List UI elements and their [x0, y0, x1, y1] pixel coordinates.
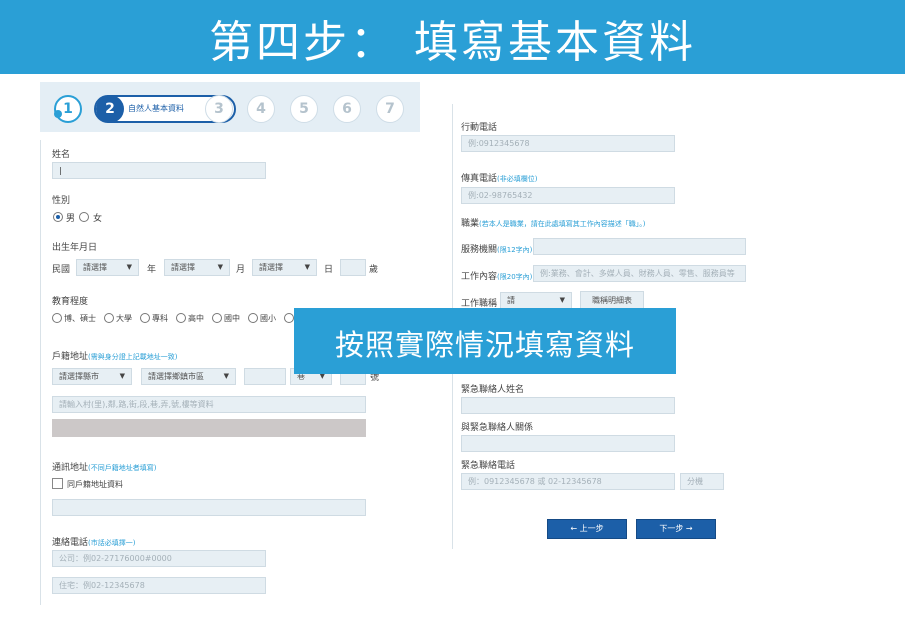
office-phone-input[interactable]: 公司：例02-27176000#0000 — [52, 550, 266, 567]
mailing-address-label: 通訊地址(不同戶籍地址者填寫) — [52, 463, 157, 473]
chevron-down-icon: ▼ — [223, 372, 229, 380]
prev-step-button[interactable]: ← 上一步 — [547, 519, 627, 539]
emergency-relation-label: 與緊急聯絡人關係 — [461, 423, 534, 433]
same-address-checkbox[interactable] — [52, 478, 63, 489]
address-detail-input[interactable]: 請輸入村(里),鄰,路,街,段,巷,弄,號,樓等資料 — [52, 396, 366, 413]
job-label: 職業(若本人是職業，請在此處填寫其工作內容描述「職」。) — [461, 219, 646, 229]
work-content-label: 工作內容(限20字內) — [461, 272, 533, 282]
extension-input[interactable]: 分機 — [680, 473, 724, 490]
same-address-label: 同戶籍地址資料 — [67, 480, 123, 489]
education-label: 教育程度 — [52, 297, 89, 307]
next-step-button[interactable]: 下一步 → — [636, 519, 716, 539]
edu-option-1: 大學 — [116, 314, 132, 323]
employer-label: 服務機關(限12字內) — [461, 245, 533, 255]
phone-label: 連絡電話(市話必填擇一) — [52, 538, 136, 548]
fax-label: 傳真電話(非必填欄位) — [461, 174, 538, 184]
gender-female-label: 女 — [93, 214, 103, 224]
gender-male-radio[interactable] — [53, 212, 63, 222]
edu-option-3: 高中 — [188, 314, 204, 323]
chevron-down-icon: ▼ — [304, 263, 310, 271]
district-select[interactable]: 請選擇鄉鎮市區 ▼ — [141, 368, 236, 385]
step-5[interactable]: 5 — [290, 95, 318, 123]
city-select[interactable]: 請選擇縣市 ▼ — [52, 368, 132, 385]
step-7[interactable]: 7 — [376, 95, 404, 123]
month-unit: 月 — [236, 265, 246, 275]
edu-option-5: 國小 — [260, 314, 276, 323]
title-banner: 第四步： 填寫基本資料 — [0, 0, 905, 74]
name-label: 姓名 — [52, 150, 71, 160]
chevron-down-icon: ▼ — [119, 372, 125, 380]
chevron-down-icon: ▼ — [217, 263, 223, 271]
age-input[interactable] — [340, 259, 366, 276]
edu-radio-6[interactable] — [284, 313, 294, 323]
edu-option-0: 博、碩士 — [64, 314, 96, 323]
birth-month-select[interactable]: 請選擇 ▼ — [164, 259, 230, 276]
edu-option-4: 國中 — [224, 314, 240, 323]
employer-input[interactable] — [533, 238, 746, 255]
edu-option-2: 專科 — [152, 314, 168, 323]
left-divider — [40, 140, 41, 605]
birth-year-select[interactable]: 請選擇 ▼ — [76, 259, 139, 276]
step-4[interactable]: 4 — [247, 95, 275, 123]
step-progress-bar: 1 2 自然人基本資料 3 4 5 6 7 — [40, 82, 420, 132]
edu-radio-3[interactable] — [176, 313, 186, 323]
instruction-callout: 按照實際情況填寫資料 — [294, 308, 676, 374]
check-icon — [54, 110, 62, 118]
step-3[interactable]: 3 — [205, 95, 233, 123]
fax-input[interactable]: 例:02-98765432 — [461, 187, 675, 204]
road-input[interactable] — [244, 368, 286, 385]
mailing-address-input[interactable] — [52, 499, 366, 516]
emergency-name-label: 緊急聯絡人姓名 — [461, 385, 525, 395]
gender-male-label: 男 — [66, 214, 76, 224]
age-unit: 歲 — [369, 265, 379, 275]
edu-radio-2[interactable] — [140, 313, 150, 323]
work-content-input[interactable]: 例:業務、會計、多媒人員、財務人員、零售、服務員等 — [533, 265, 746, 282]
name-input[interactable]: | — [52, 162, 266, 179]
step-6[interactable]: 6 — [333, 95, 361, 123]
step-2-label: 自然人基本資料 — [128, 104, 184, 113]
year-unit: 年 — [147, 265, 157, 275]
step-1[interactable]: 1 — [54, 95, 82, 123]
birth-label: 出生年月日 — [52, 243, 98, 253]
mobile-label: 行動電話 — [461, 123, 498, 133]
chevron-down-icon: ▼ — [126, 263, 132, 271]
edu-radio-5[interactable] — [248, 313, 258, 323]
birth-day-select[interactable]: 請選擇 ▼ — [252, 259, 317, 276]
day-unit: 日 — [324, 265, 334, 275]
home-phone-input[interactable]: 住宅：例02-12345678 — [52, 577, 266, 594]
emergency-phone-input[interactable]: 例：0912345678 或 02-12345678 — [461, 473, 675, 490]
edu-radio-4[interactable] — [212, 313, 222, 323]
edu-radio-1[interactable] — [104, 313, 114, 323]
era-label: 民國 — [52, 265, 71, 275]
registered-address-label: 戶籍地址(需與身分證上記載地址一致) — [52, 352, 178, 362]
edu-radio-0[interactable] — [52, 313, 62, 323]
gender-label: 性別 — [52, 196, 71, 206]
step-2-number: 2 — [96, 95, 124, 123]
mobile-input[interactable]: 例:0912345678 — [461, 135, 675, 152]
banner-title: 第四步： 填寫基本資料 — [209, 17, 696, 68]
gender-female-radio[interactable] — [79, 212, 89, 222]
instruction-text: 按照實際情況填寫資料 — [334, 328, 635, 362]
emergency-name-input[interactable] — [461, 397, 675, 414]
emergency-phone-label: 緊急聯絡電話 — [461, 461, 516, 471]
job-title-select[interactable]: 請 ▼ — [500, 292, 572, 309]
address-preview-bar — [52, 419, 366, 437]
chevron-down-icon: ▼ — [559, 296, 565, 304]
emergency-relation-input[interactable] — [461, 435, 675, 452]
